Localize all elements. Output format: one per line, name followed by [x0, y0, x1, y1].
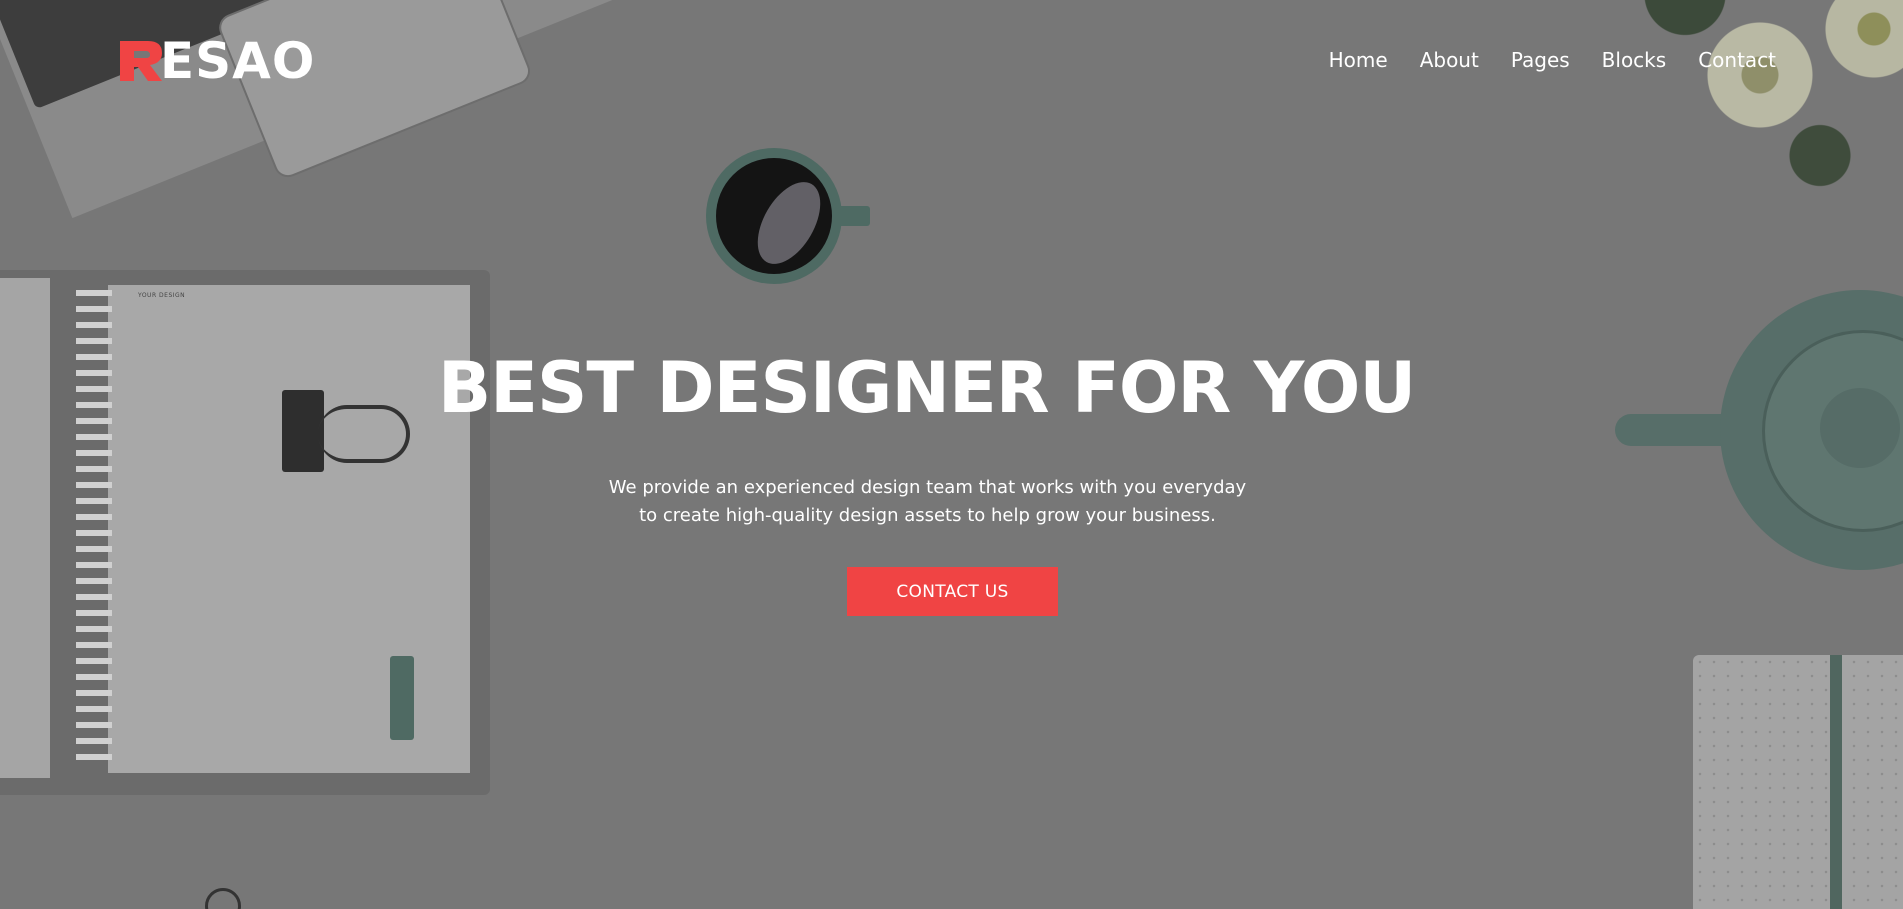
contact-us-button[interactable]: CONTACT US [847, 567, 1058, 616]
cup-handle-image [838, 206, 870, 226]
paper-clip-image [205, 888, 241, 909]
eraser-image [390, 656, 414, 740]
navbar: ESAO Home About Pages Blocks Contact [0, 0, 1903, 126]
hero-subtitle-line2: to create high-quality design assets to … [639, 505, 1216, 526]
hero-subtitle-line1: We provide an experienced design team th… [608, 477, 1247, 498]
dotted-notepad-image [1693, 655, 1903, 909]
nav-about[interactable]: About [1420, 48, 1479, 72]
brand-logo[interactable]: ESAO [118, 36, 315, 86]
hero-headline: BEST DESIGNER FOR YOU [0, 348, 1902, 428]
nav-pages[interactable]: Pages [1511, 48, 1570, 72]
hero-headline-text: BEST DESIGNER FOR YOU [437, 347, 1416, 429]
hero-section: YOUR DESIGN ESAO Home About Pages Blocks [0, 0, 1903, 909]
notepad-band [1830, 655, 1842, 909]
notebook-label: YOUR DESIGN [138, 292, 186, 299]
nav-home[interactable]: Home [1329, 48, 1388, 72]
hero-subtitle: We provide an experienced design team th… [0, 474, 1903, 530]
main-menu: Home About Pages Blocks Contact [1297, 48, 1776, 72]
brand-name: ESAO [160, 32, 316, 90]
nav-blocks[interactable]: Blocks [1602, 48, 1667, 72]
r-logo-mark-icon [118, 37, 166, 85]
nav-contact[interactable]: Contact [1698, 48, 1776, 72]
